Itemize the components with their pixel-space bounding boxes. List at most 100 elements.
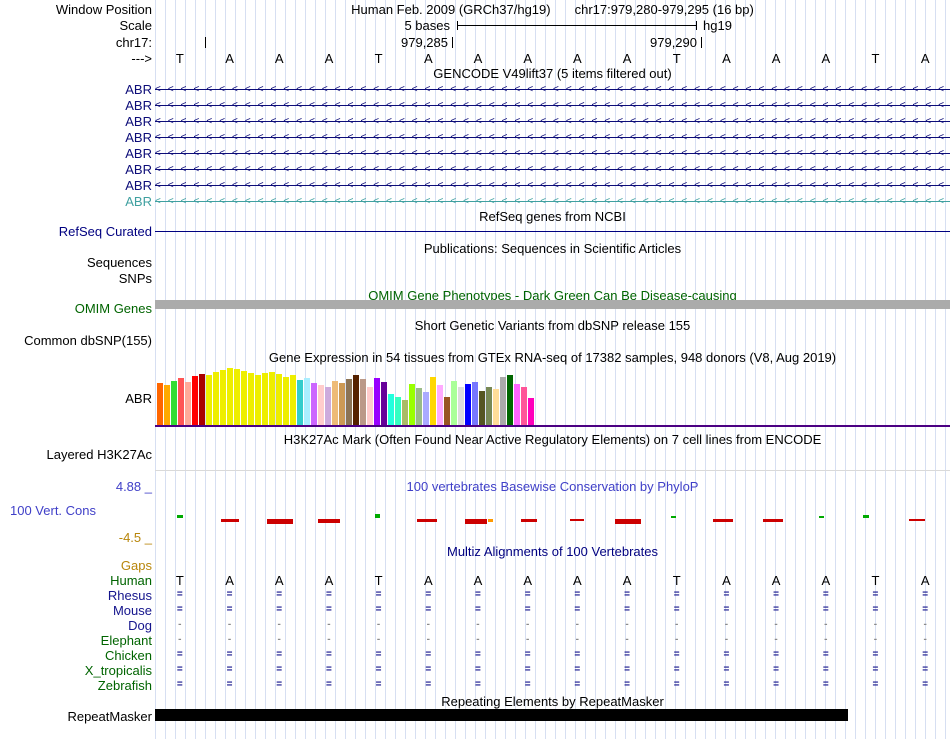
- species-label[interactable]: Mouse: [0, 603, 152, 618]
- gencode-transcript-row: ABR <<<<<<<<<<<<<<<<<<<<<<<<<<<<<<<<<<<<<…: [0, 97, 950, 113]
- gtex-tissue-bar[interactable]: [493, 389, 499, 425]
- species-label[interactable]: Zebrafish: [0, 678, 152, 693]
- gencode-item-label[interactable]: ABR: [0, 114, 152, 129]
- gtex-tissue-bar[interactable]: [178, 378, 184, 425]
- gtex-tissue-bar[interactable]: [255, 375, 261, 425]
- transcript-item[interactable]: <<<<<<<<<<<<<<<<<<<<<<<<<<<<<<<<<<<<<<<<…: [155, 177, 950, 193]
- transcript-item[interactable]: <<<<<<<<<<<<<<<<<<<<<<<<<<<<<<<<<<<<<<<<…: [155, 145, 950, 161]
- gtex-tissue-bar[interactable]: [171, 381, 177, 425]
- alignment-mark: =: [425, 649, 432, 660]
- gtex-tissue-bar[interactable]: [402, 400, 408, 425]
- gtex-tissue-bar[interactable]: [332, 381, 338, 425]
- gtex-tissue-bar[interactable]: [199, 374, 205, 425]
- gtex-tissue-bar[interactable]: [157, 383, 163, 425]
- gtex-tissue-bar[interactable]: [381, 382, 387, 425]
- alignment-mark: =: [375, 589, 382, 600]
- gtex-tissue-bar[interactable]: [444, 397, 450, 425]
- gtex-tissue-bar[interactable]: [479, 391, 485, 425]
- species-label[interactable]: Chicken: [0, 648, 152, 663]
- gtex-tissue-bar[interactable]: [353, 375, 359, 425]
- gtex-tissue-bar[interactable]: [311, 383, 317, 425]
- gencode-item-label[interactable]: ABR: [0, 82, 152, 97]
- alignment-mark: =: [425, 589, 432, 600]
- gtex-tissue-bar[interactable]: [276, 374, 282, 425]
- gtex-tissue-bar[interactable]: [192, 376, 198, 425]
- species-label[interactable]: Gaps: [0, 558, 152, 573]
- transcript-item[interactable]: <<<<<<<<<<<<<<<<<<<<<<<<<<<<<<<<<<<<<<<<…: [155, 81, 950, 97]
- h3k27ac-track-label[interactable]: Layered H3K27Ac: [0, 447, 152, 462]
- gtex-tissue-bar[interactable]: [206, 375, 212, 425]
- gtex-tissue-bar[interactable]: [500, 377, 506, 425]
- gtex-tissue-bar[interactable]: [164, 385, 170, 425]
- gtex-tissue-bar[interactable]: [521, 387, 527, 425]
- gencode-item-label[interactable]: ABR: [0, 98, 152, 113]
- transcript-item[interactable]: <<<<<<<<<<<<<<<<<<<<<<<<<<<<<<<<<<<<<<<<…: [155, 193, 950, 209]
- gtex-tissue-bar[interactable]: [269, 372, 275, 425]
- gtex-tissue-bar[interactable]: [241, 371, 247, 425]
- transcript-item[interactable]: <<<<<<<<<<<<<<<<<<<<<<<<<<<<<<<<<<<<<<<<…: [155, 161, 950, 177]
- gtex-tissue-bar[interactable]: [514, 384, 520, 425]
- position-ruler[interactable]: 979,285 979,290: [155, 35, 950, 50]
- gtex-tissue-bar[interactable]: [339, 383, 345, 425]
- gtex-tissue-bar[interactable]: [220, 370, 226, 425]
- species-label[interactable]: Human: [0, 573, 152, 588]
- gtex-tissue-bar[interactable]: [409, 384, 415, 425]
- gtex-tissue-bar[interactable]: [416, 388, 422, 425]
- transcript-item[interactable]: <<<<<<<<<<<<<<<<<<<<<<<<<<<<<<<<<<<<<<<<…: [155, 97, 950, 113]
- gtex-tissue-bar[interactable]: [283, 377, 289, 425]
- gtex-tissue-bar[interactable]: [486, 387, 492, 425]
- gtex-tissue-bar[interactable]: [325, 387, 331, 425]
- gtex-tissue-bar[interactable]: [360, 379, 366, 425]
- gtex-tissue-bar[interactable]: [367, 387, 373, 425]
- gencode-item-label[interactable]: ABR: [0, 194, 152, 209]
- species-label[interactable]: X_tropicalis: [0, 663, 152, 678]
- gencode-item-label[interactable]: ABR: [0, 162, 152, 177]
- gtex-tissue-bar[interactable]: [423, 392, 429, 425]
- gtex-tissue-bar[interactable]: [346, 379, 352, 425]
- gtex-tissue-bar[interactable]: [388, 394, 394, 425]
- gtex-tissue-bar[interactable]: [430, 377, 436, 425]
- publications-snps-label[interactable]: SNPs: [0, 271, 152, 286]
- alignment-mark: =: [475, 589, 481, 600]
- gtex-tissue-bar[interactable]: [437, 385, 443, 425]
- refseq-curated-item[interactable]: [155, 231, 950, 232]
- gtex-tissue-bar[interactable]: [262, 373, 268, 425]
- transcript-item[interactable]: <<<<<<<<<<<<<<<<<<<<<<<<<<<<<<<<<<<<<<<<…: [155, 129, 950, 145]
- gtex-tissue-bar[interactable]: [290, 375, 296, 425]
- gencode-item-label[interactable]: ABR: [0, 178, 152, 193]
- gtex-tissue-bar[interactable]: [304, 378, 310, 425]
- gencode-item-label[interactable]: ABR: [0, 146, 152, 161]
- gtex-tissue-bar[interactable]: [185, 382, 191, 425]
- species-label[interactable]: Rhesus: [0, 588, 152, 603]
- gtex-expression-bars[interactable]: [157, 366, 534, 425]
- gtex-tissue-bar[interactable]: [465, 384, 471, 425]
- publications-sequences-label[interactable]: Sequences: [0, 255, 152, 270]
- gtex-tissue-bar[interactable]: [234, 369, 240, 425]
- gtex-gene-label[interactable]: ABR: [0, 391, 152, 406]
- omim-genes-label[interactable]: OMIM Genes: [0, 301, 152, 316]
- dbsnp-track-label[interactable]: Common dbSNP(155): [0, 333, 152, 348]
- repeatmasker-item[interactable]: [155, 709, 848, 721]
- transcript-item[interactable]: <<<<<<<<<<<<<<<<<<<<<<<<<<<<<<<<<<<<<<<<…: [155, 113, 950, 129]
- conservation-track-label[interactable]: 100 Vert. Cons: [10, 503, 96, 518]
- alignment-mark: =: [176, 649, 183, 660]
- omim-genes-item[interactable]: [155, 300, 950, 309]
- gtex-tissue-bar[interactable]: [528, 398, 534, 425]
- repeatmasker-track-label[interactable]: RepeatMasker: [0, 709, 152, 724]
- gtex-tissue-bar[interactable]: [248, 373, 254, 425]
- gtex-tissue-bar[interactable]: [458, 387, 464, 425]
- species-label[interactable]: Elephant: [0, 633, 152, 648]
- refseq-curated-label[interactable]: RefSeq Curated: [0, 224, 152, 239]
- gtex-tissue-bar[interactable]: [213, 372, 219, 425]
- gtex-tissue-bar[interactable]: [227, 368, 233, 425]
- alignment-mark: =: [723, 649, 730, 660]
- gencode-item-label[interactable]: ABR: [0, 130, 152, 145]
- gtex-tissue-bar[interactable]: [472, 382, 478, 425]
- gtex-tissue-bar[interactable]: [451, 381, 457, 425]
- gtex-tissue-bar[interactable]: [297, 380, 303, 425]
- gtex-tissue-bar[interactable]: [318, 385, 324, 425]
- species-label[interactable]: Dog: [0, 618, 152, 633]
- gtex-tissue-bar[interactable]: [507, 375, 513, 425]
- gtex-tissue-bar[interactable]: [395, 397, 401, 425]
- gtex-tissue-bar[interactable]: [374, 378, 380, 425]
